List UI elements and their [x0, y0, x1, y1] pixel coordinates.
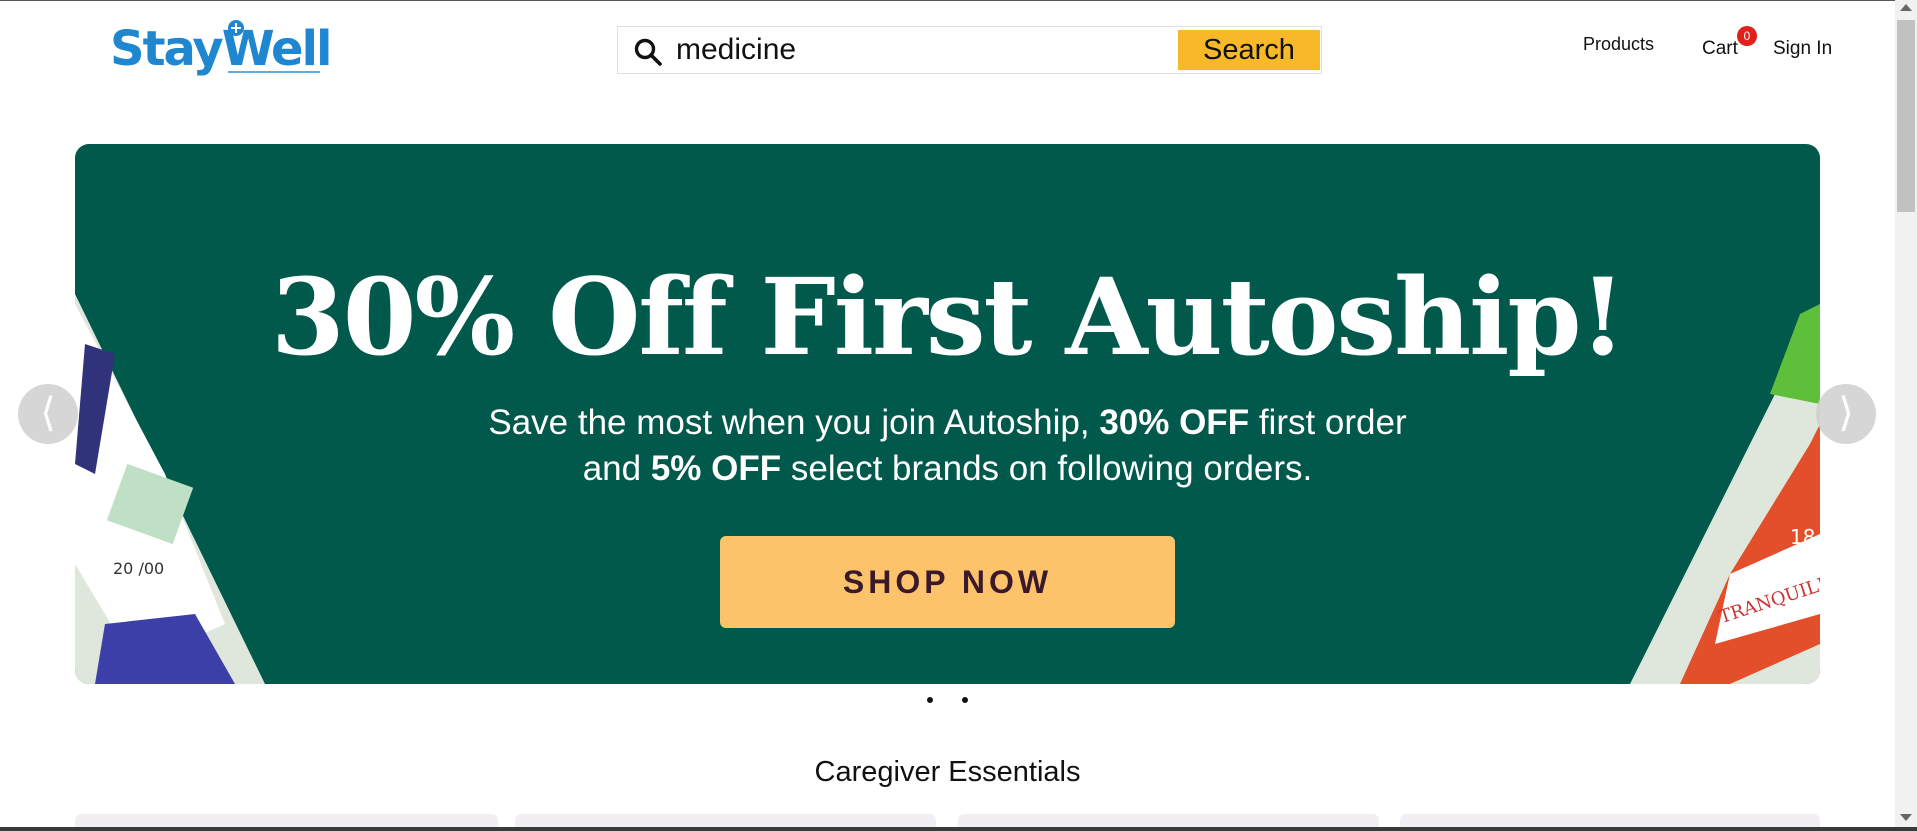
medical-cross-icon [228, 20, 244, 36]
chevron-right-icon: ⟩ [1838, 390, 1854, 436]
search-bar: Search [617, 26, 1322, 74]
search-icon [634, 38, 662, 66]
hero-subtitle: Save the most when you join Autoship, 30… [75, 400, 1820, 492]
hero-title: 30% Off First Autoship! [270, 254, 1626, 379]
hero-subtitle-text: select brands on following orders. [790, 449, 1313, 488]
staywell-logo[interactable]: StayWell [110, 20, 332, 78]
scroll-up-arrow-icon[interactable] [1900, 4, 1912, 11]
hero-subtitle-highlight: 30% OFF [1099, 403, 1250, 442]
hero-subtitle-text: and [582, 449, 642, 488]
nav-cart-link[interactable]: Cart [1702, 38, 1738, 60]
logo-text: StayWell [110, 21, 332, 77]
scroll-down-arrow-icon[interactable] [1900, 814, 1912, 821]
carousel-dot[interactable] [927, 697, 933, 703]
search-input[interactable] [676, 33, 1066, 67]
hero-banner[interactable]: 20 /00 TRANQUILITY 18 30% Off First Auto… [75, 144, 1820, 684]
section-title-caregiver-essentials: Caregiver Essentials [814, 756, 1081, 788]
hero-subtitle-text: first order [1258, 403, 1407, 442]
svg-text:18: 18 [1790, 525, 1815, 549]
scrollbar-thumb[interactable] [1897, 20, 1915, 212]
hero-subtitle-text: Save the most when you join Autoship, [488, 403, 1090, 442]
carousel-dot[interactable] [962, 697, 968, 703]
carousel-prev-button[interactable]: ⟨ [18, 384, 78, 444]
search-button[interactable]: Search [1178, 30, 1320, 70]
carousel-next-button[interactable]: ⟩ [1816, 384, 1876, 444]
nav-signin-link[interactable]: Sign In [1773, 38, 1832, 60]
chevron-left-icon: ⟨ [40, 390, 56, 436]
nav-products-link[interactable]: Products [1583, 34, 1654, 55]
logo-underline [228, 71, 320, 73]
hero-subtitle-highlight: 5% OFF [650, 449, 782, 488]
page-scrollbar[interactable] [1895, 0, 1917, 827]
window-bottom-border [0, 827, 1917, 831]
svg-text:20 /00: 20 /00 [113, 559, 164, 578]
shop-now-button[interactable]: SHOP NOW [720, 536, 1175, 628]
cart-count-badge: 0 [1737, 26, 1757, 46]
window-top-border [0, 0, 1917, 1]
